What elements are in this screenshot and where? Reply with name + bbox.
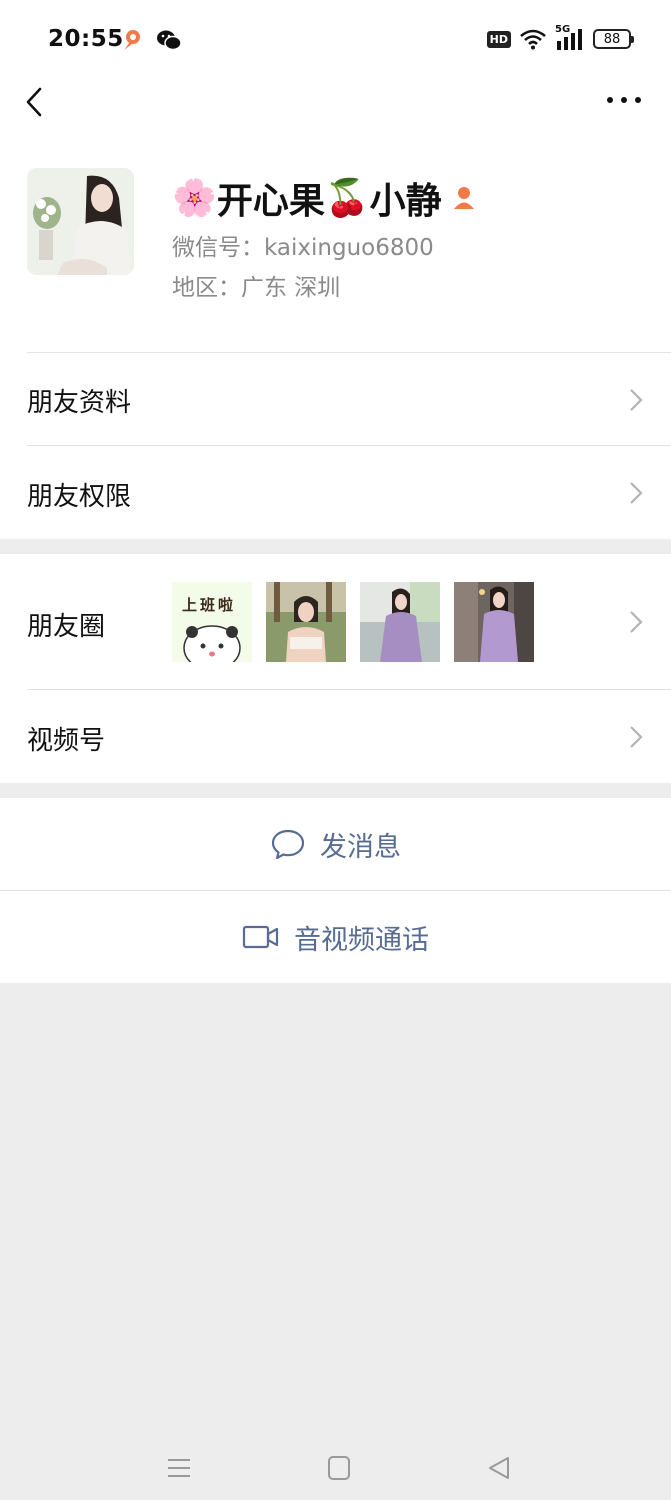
status-time: 20:55 (48, 26, 124, 52)
more-horizontal-icon[interactable] (599, 84, 649, 116)
signal-icon: 5G (555, 24, 585, 51)
back-triangle-icon[interactable] (486, 1455, 512, 1481)
home-icon[interactable] (327, 1455, 351, 1481)
profile-header: 🌸 开心果 🍒 小静 微信号：kaixinguo6800 地区：广东 深圳 (0, 140, 671, 352)
nickname: 🌸 开心果 🍒 小静 (172, 172, 478, 224)
menu-icon[interactable] (166, 1456, 192, 1480)
moments-thumbnail[interactable] (360, 582, 440, 662)
row-friend-profile[interactable]: 朋友资料 (0, 352, 671, 445)
moments-thumbnail[interactable] (454, 582, 534, 662)
status-bar: 20:55 HD 5G 88 (0, 0, 671, 80)
status-right-group: HD 5G 88 (486, 24, 634, 51)
av-call-label: 音视频通话 (294, 924, 429, 956)
send-message-button[interactable]: 发消息 (0, 798, 671, 890)
hd-badge: HD (486, 30, 511, 48)
location-app-icon (124, 30, 140, 50)
nickname-emoji-cherry: 🍒 (324, 178, 370, 219)
wifi-icon (520, 29, 546, 50)
battery-icon: 88 (593, 29, 634, 49)
system-nav-bar (0, 1410, 671, 1500)
send-message-label: 发消息 (320, 831, 401, 863)
wechat-id: 微信号：kaixinguo6800 (172, 235, 434, 261)
moments-thumbnail[interactable]: 上班啦 (172, 582, 252, 662)
wechat-icon (157, 30, 182, 51)
chevron-right-icon (630, 482, 643, 504)
battery-level: 88 (603, 31, 621, 47)
chevron-left-icon[interactable] (18, 82, 58, 122)
row-channels[interactable]: 视频号 (0, 689, 671, 783)
chevron-right-icon (630, 611, 643, 633)
av-call-button[interactable]: 音视频通话 (0, 891, 671, 983)
nickname-emoji-flower: 🌸 (172, 178, 217, 219)
row-moments[interactable]: 朋友圈 上班啦 (0, 554, 671, 689)
nickname-text-1: 开心果 (216, 181, 325, 222)
chevron-right-icon (630, 726, 643, 748)
chevron-right-icon (630, 389, 643, 411)
chat-bubble-icon (271, 829, 305, 860)
video-camera-icon (242, 925, 279, 949)
female-gender-icon (453, 187, 474, 209)
divider (27, 445, 671, 446)
divider (27, 352, 671, 353)
nickname-text-2: 小静 (369, 181, 442, 222)
divider (27, 689, 671, 690)
moments-thumbnails: 上班啦 (172, 582, 534, 662)
row-label-friend-permissions: 朋友权限 (27, 482, 132, 512)
nav-bar (0, 80, 671, 140)
row-label-moments: 朋友圈 (27, 612, 106, 642)
moments-thumbnail[interactable] (266, 582, 346, 662)
row-label-channels: 视频号 (27, 726, 106, 756)
region: 地区：广东 深圳 (172, 275, 341, 301)
row-friend-permissions[interactable]: 朋友权限 (0, 445, 671, 539)
row-label-friend-profile: 朋友资料 (27, 388, 132, 418)
avatar[interactable] (27, 168, 134, 275)
